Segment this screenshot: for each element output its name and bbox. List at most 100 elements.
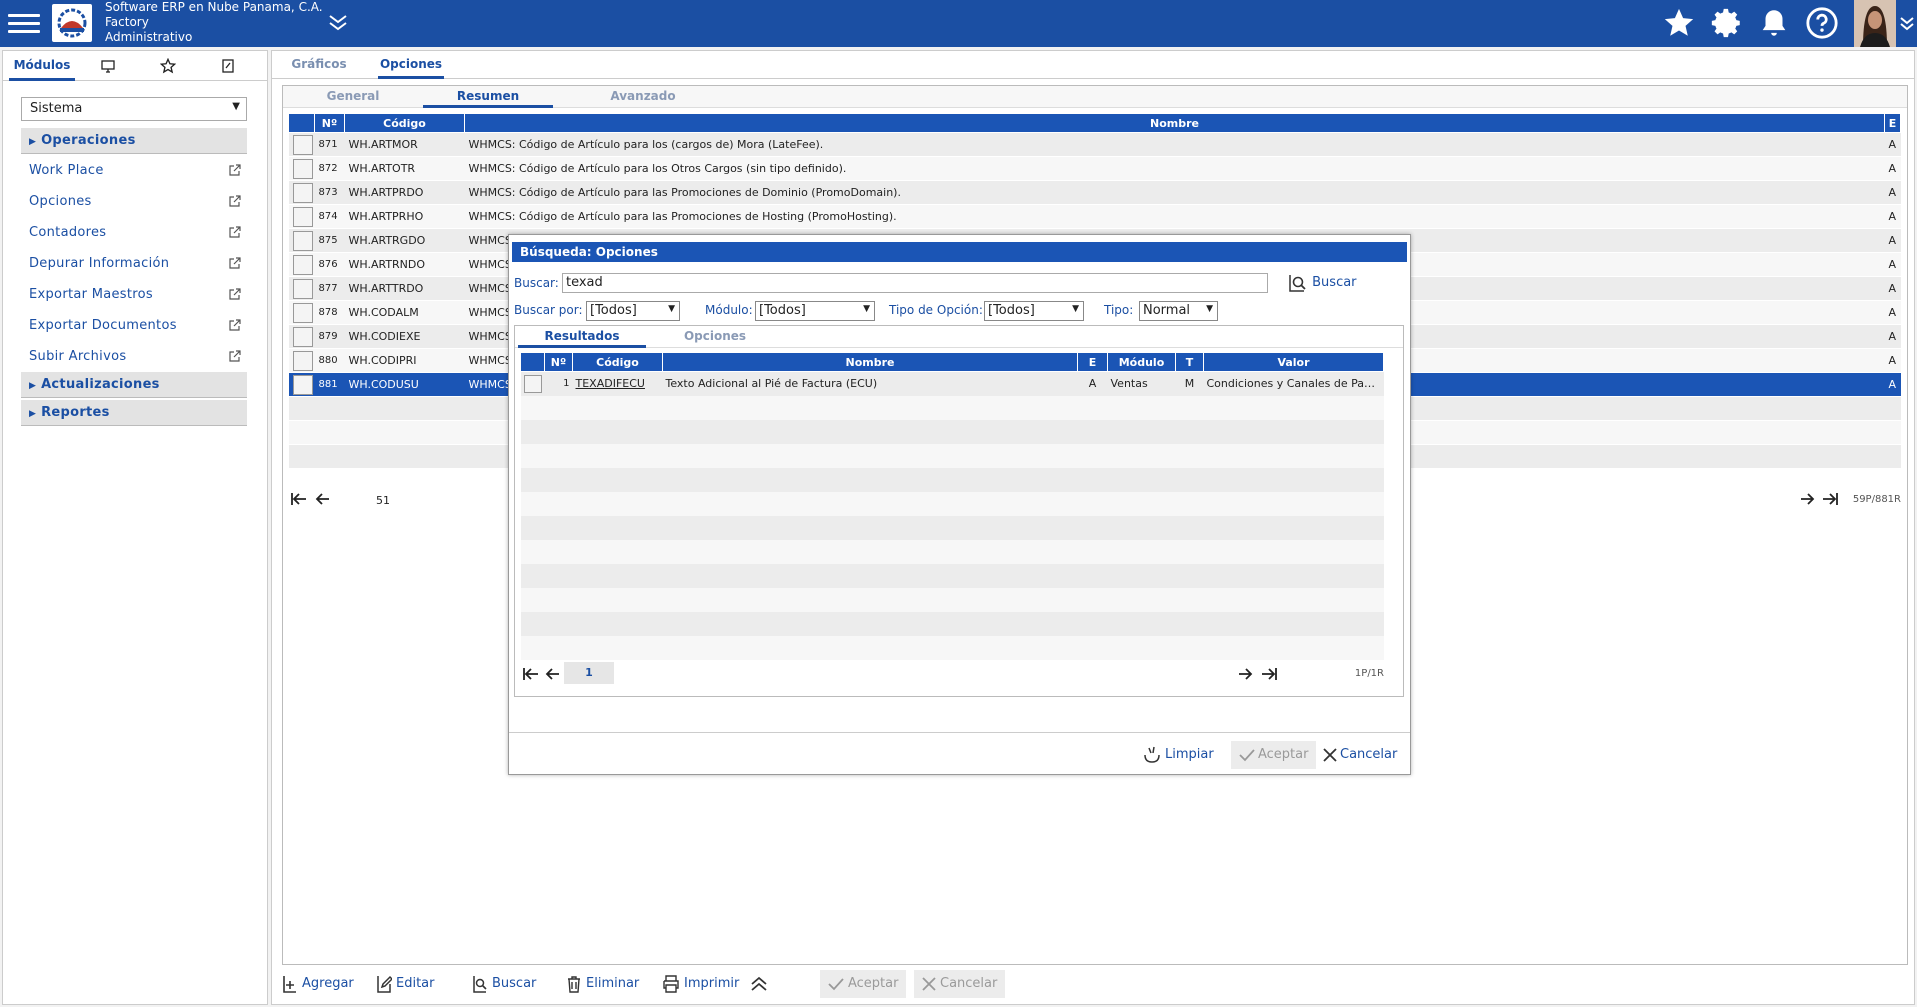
- double-chevron-down-icon[interactable]: [327, 12, 349, 36]
- tipo-select[interactable]: Normal ▼: [1139, 301, 1218, 321]
- row-checkbox[interactable]: [288, 252, 315, 277]
- row-checkbox[interactable]: [520, 371, 545, 396]
- table-row[interactable]: 874 WH.ARTPRHO WHMCS: Código de Artículo p…: [288, 204, 1901, 229]
- tab-resumen[interactable]: Resumen: [423, 86, 553, 108]
- first-page-icon[interactable]: [290, 492, 308, 509]
- row-checkbox[interactable]: [288, 348, 315, 373]
- note-icon[interactable]: [213, 51, 243, 81]
- dialog-cancel-button[interactable]: Cancelar: [1323, 741, 1397, 769]
- checkbox[interactable]: [292, 182, 313, 203]
- checkbox[interactable]: [292, 206, 313, 227]
- menu-item-work-place[interactable]: Work Place: [29, 163, 241, 185]
- help-icon[interactable]: [1805, 6, 1839, 40]
- modulo-select[interactable]: [Todos] ▼: [755, 301, 875, 321]
- chevron-down-icon[interactable]: [1898, 14, 1916, 36]
- row-checkbox[interactable]: [288, 276, 315, 301]
- table-row[interactable]: 872 WH.ARTOTR WHMCS: Código de Artículo pa…: [288, 156, 1901, 181]
- tab-graficos-ihc[interactable]: Gráficos IHC: [278, 51, 360, 97]
- result-row[interactable]: 1 TEXADIFECU Texto Adicional al Pié de Fac…: [520, 371, 1384, 396]
- column-header[interactable]: Nº: [544, 352, 573, 372]
- star-outline-icon[interactable]: [153, 51, 183, 81]
- menu-item-exportar-maestros[interactable]: Exportar Maestros: [29, 287, 241, 309]
- checkbox[interactable]: [292, 374, 313, 395]
- empty-row: [520, 419, 1384, 444]
- row-checkbox[interactable]: [288, 132, 315, 157]
- module-select[interactable]: Sistema ▼: [21, 97, 247, 121]
- delete-button[interactable]: Eliminar: [566, 970, 639, 998]
- row-checkbox[interactable]: [288, 228, 315, 253]
- checkbox[interactable]: [292, 158, 313, 179]
- last-page-icon[interactable]: [1260, 667, 1278, 684]
- checkbox[interactable]: [523, 374, 542, 393]
- checkbox[interactable]: [292, 230, 313, 251]
- clear-button[interactable]: Limpiar: [1142, 741, 1214, 769]
- accept-button[interactable]: Aceptar: [820, 970, 907, 998]
- cancel-button[interactable]: Cancelar: [914, 970, 1006, 998]
- row-checkbox[interactable]: [288, 204, 315, 229]
- row-checkbox[interactable]: [288, 372, 315, 397]
- column-header[interactable]: T: [1175, 352, 1204, 372]
- tab-modulos[interactable]: Módulos: [9, 51, 75, 81]
- column-header[interactable]: Nº: [314, 113, 345, 133]
- user-avatar[interactable]: [1854, 0, 1896, 47]
- dialog-accept-button[interactable]: Aceptar: [1231, 741, 1317, 769]
- buscar-por-label: Buscar por:: [514, 303, 583, 317]
- next-page-icon[interactable]: [1800, 492, 1816, 509]
- column-header[interactable]: Nombre: [464, 113, 1885, 133]
- monitor-icon[interactable]: [93, 51, 123, 81]
- tab-dialog-opciones[interactable]: Opciones: [655, 326, 775, 348]
- menu-item-depurar[interactable]: Depurar Información: [29, 256, 241, 278]
- bell-icon[interactable]: [1757, 6, 1791, 40]
- gear-icon[interactable]: [1710, 6, 1744, 40]
- checkbox[interactable]: [292, 278, 313, 299]
- row-checkbox[interactable]: [288, 180, 315, 205]
- table-row[interactable]: 873 WH.ARTPRDO WHMCS: Código de Artículo p…: [288, 180, 1901, 205]
- last-page-icon[interactable]: [1821, 492, 1839, 509]
- buscar-por-select[interactable]: [Todos] ▼: [586, 301, 680, 321]
- edit-button[interactable]: Editar: [376, 970, 435, 998]
- tab-general[interactable]: General: [313, 86, 393, 108]
- checkbox[interactable]: [292, 326, 313, 347]
- tab-resultados[interactable]: Resultados: [518, 326, 646, 348]
- prev-page-icon[interactable]: [544, 667, 560, 684]
- current-page[interactable]: 1: [564, 662, 614, 684]
- column-header[interactable]: Código: [344, 113, 465, 133]
- column-header[interactable]: E: [1077, 352, 1108, 372]
- hamburger-menu-icon[interactable]: [8, 9, 40, 37]
- menu-item-contadores[interactable]: Contadores: [29, 225, 241, 247]
- dialog-search-button[interactable]: Buscar: [1288, 272, 1357, 294]
- menu-item-opciones[interactable]: Opciones: [29, 194, 241, 216]
- checkbox[interactable]: [292, 350, 313, 371]
- add-button[interactable]: Agregar: [282, 970, 354, 998]
- row-code-link[interactable]: TEXADIFECU: [572, 371, 663, 396]
- column-header[interactable]: Módulo: [1107, 352, 1176, 372]
- menu-item-subir-archivos[interactable]: Subir Archivos: [29, 349, 241, 371]
- section-actualizaciones[interactable]: ▶ Actualizaciones: [21, 372, 247, 398]
- checkbox[interactable]: [292, 134, 313, 155]
- tipo-opcion-select[interactable]: [Todos] ▼: [984, 301, 1084, 321]
- row-checkbox[interactable]: [288, 324, 315, 349]
- search-button[interactable]: Buscar: [472, 970, 536, 998]
- menu-item-exportar-documentos[interactable]: Exportar Documentos: [29, 318, 241, 340]
- column-header[interactable]: E: [1884, 113, 1901, 133]
- column-header[interactable]: Código: [572, 352, 663, 372]
- search-input[interactable]: texad: [562, 273, 1268, 293]
- tab-avanzado[interactable]: Avanzado: [583, 86, 703, 108]
- first-page-icon[interactable]: [522, 667, 540, 684]
- next-page-icon[interactable]: [1238, 667, 1254, 684]
- row-checkbox[interactable]: [288, 156, 315, 181]
- row-checkbox[interactable]: [288, 300, 315, 325]
- page-link[interactable]: 51: [376, 494, 390, 507]
- section-reportes[interactable]: ▶ Reportes: [21, 400, 247, 426]
- checkbox[interactable]: [292, 254, 313, 275]
- column-header[interactable]: Valor: [1203, 352, 1384, 372]
- double-chevron-up-icon[interactable]: [749, 970, 773, 998]
- section-operaciones[interactable]: ▶ Operaciones: [21, 128, 247, 154]
- table-row[interactable]: 871 WH.ARTMOR WHMCS: Código de Artículo pa…: [288, 132, 1901, 157]
- column-header[interactable]: Nombre: [662, 352, 1078, 372]
- prev-page-icon[interactable]: [314, 492, 330, 509]
- checkbox[interactable]: [292, 302, 313, 323]
- favorites-star-icon[interactable]: [1662, 6, 1696, 40]
- print-button[interactable]: Imprimir: [662, 970, 739, 998]
- tab-opciones[interactable]: Opciones: [378, 51, 444, 79]
